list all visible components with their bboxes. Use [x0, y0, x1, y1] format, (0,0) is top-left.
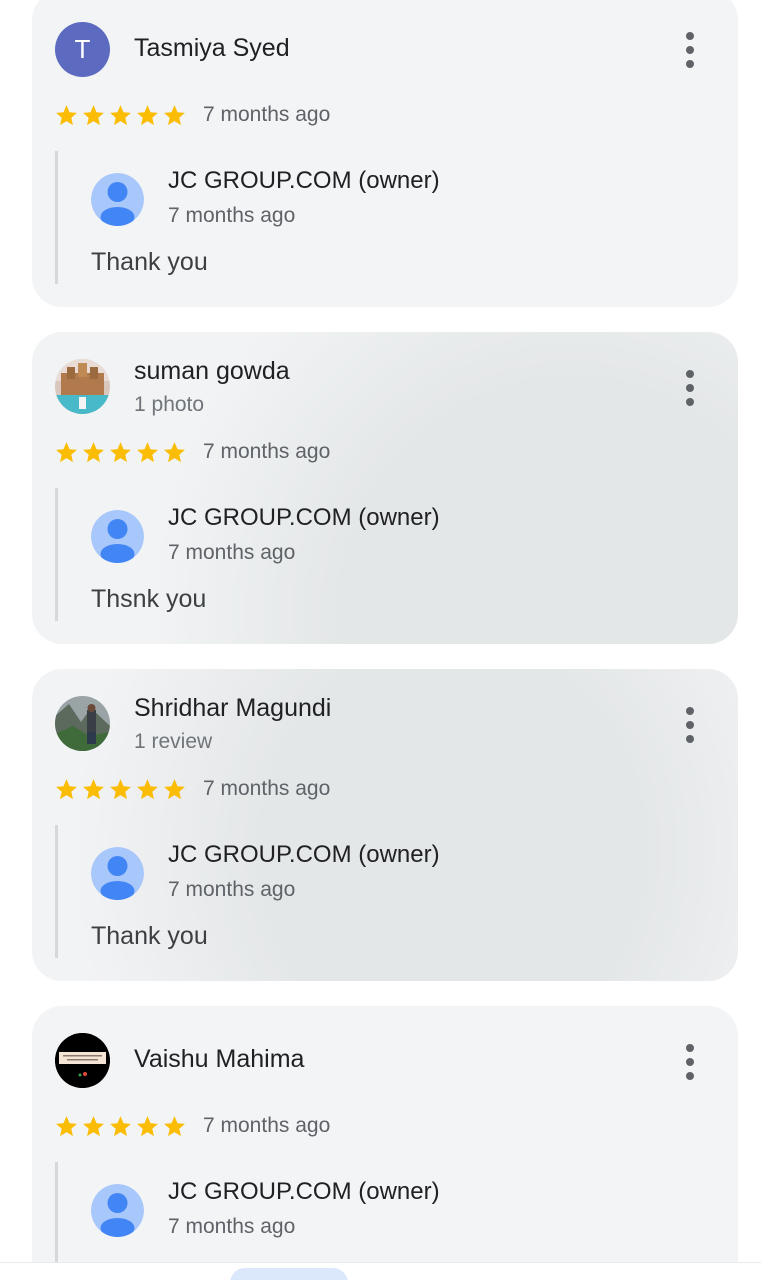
- star-rating: [54, 103, 187, 128]
- star-icon: [83, 441, 104, 462]
- star-icon: [164, 441, 185, 462]
- reviewer-photo-count: 1 photo: [134, 393, 205, 416]
- star-icon: [110, 778, 131, 799]
- rating-row: 7 months ago: [54, 1112, 330, 1140]
- review-date: 7 months ago: [203, 440, 331, 463]
- owner-reply: JC GROUP.COM (owner) 7 months ago Thank …: [55, 825, 698, 958]
- star-icon: [110, 1115, 131, 1136]
- reviewer-review-count: 1 review: [134, 730, 213, 753]
- photo-avatar-image: [55, 359, 110, 414]
- review-date: 7 months ago: [203, 1114, 331, 1137]
- reviewer-avatar[interactable]: [55, 696, 110, 751]
- star-rating: [54, 440, 187, 465]
- star-icon: [137, 1115, 158, 1136]
- reply-text: Thank you: [91, 248, 208, 276]
- review-card: Shridhar Magundi 1 review 7 months ago J…: [32, 669, 738, 981]
- more-vert-icon[interactable]: [680, 1044, 700, 1080]
- more-vert-icon[interactable]: [680, 32, 700, 68]
- review-card: suman gowda 1 photo 7 months ago JC GROU…: [32, 332, 738, 644]
- review-date: 7 months ago: [203, 103, 331, 126]
- star-icon: [110, 104, 131, 125]
- person-icon: [91, 847, 144, 900]
- person-icon: [91, 510, 144, 563]
- reviewer-name[interactable]: Tasmiya Syed: [134, 34, 290, 63]
- reply-date: 7 months ago: [168, 1215, 296, 1238]
- review-card: T Tasmiya Syed 7 months ago JC GROUP.COM…: [32, 0, 738, 307]
- star-icon: [164, 104, 185, 125]
- rating-row: 7 months ago: [54, 101, 330, 129]
- bottom-bar: [0, 1262, 761, 1280]
- star-icon: [110, 441, 131, 462]
- reviewer-name[interactable]: suman gowda: [134, 357, 290, 386]
- owner-name: JC GROUP.COM (owner): [168, 167, 440, 194]
- reviewer-avatar[interactable]: T: [55, 22, 110, 77]
- review-date: 7 months ago: [203, 777, 331, 800]
- rating-row: 7 months ago: [54, 438, 330, 466]
- star-rating: [54, 1114, 187, 1139]
- reply-text: Thsnk you: [91, 585, 207, 613]
- star-icon: [56, 104, 77, 125]
- star-icon: [83, 1115, 104, 1136]
- reviewer-name[interactable]: Shridhar Magundi: [134, 694, 331, 723]
- photo-avatar-image: [55, 1033, 110, 1088]
- reviewer-name[interactable]: Vaishu Mahima: [134, 1045, 304, 1074]
- reply-date: 7 months ago: [168, 204, 296, 227]
- more-vert-icon[interactable]: [680, 707, 700, 743]
- avatar-letter: T: [74, 34, 91, 64]
- reply-date: 7 months ago: [168, 541, 296, 564]
- star-icon: [83, 778, 104, 799]
- owner-name: JC GROUP.COM (owner): [168, 1178, 440, 1205]
- owner-name: JC GROUP.COM (owner): [168, 504, 440, 531]
- person-icon: [91, 173, 144, 226]
- star-icon: [83, 104, 104, 125]
- more-vert-icon[interactable]: [680, 370, 700, 406]
- rating-row: 7 months ago: [54, 775, 330, 803]
- owner-avatar: [91, 510, 144, 563]
- owner-avatar: [91, 847, 144, 900]
- owner-avatar: [91, 1184, 144, 1237]
- owner-avatar: [91, 173, 144, 226]
- person-icon: [91, 1184, 144, 1237]
- reviews-page: T Tasmiya Syed 7 months ago JC GROUP.COM…: [0, 0, 761, 1280]
- owner-reply: JC GROUP.COM (owner) 7 months ago Thsnk …: [55, 488, 698, 621]
- reviewer-avatar[interactable]: [55, 359, 110, 414]
- star-icon: [137, 441, 158, 462]
- reply-text: Thank you: [91, 922, 208, 950]
- star-icon: [56, 1115, 77, 1136]
- review-card: Vaishu Mahima 7 months ago JC GROUP.COM …: [32, 1006, 738, 1280]
- star-rating: [54, 777, 187, 802]
- star-icon: [56, 778, 77, 799]
- reply-date: 7 months ago: [168, 878, 296, 901]
- star-icon: [164, 778, 185, 799]
- bottom-nav-pill[interactable]: [230, 1268, 348, 1280]
- star-icon: [56, 441, 77, 462]
- owner-name: JC GROUP.COM (owner): [168, 841, 440, 868]
- photo-avatar-image: [55, 696, 110, 751]
- star-icon: [137, 104, 158, 125]
- star-icon: [164, 1115, 185, 1136]
- owner-reply: JC GROUP.COM (owner) 7 months ago Thank …: [55, 151, 698, 284]
- star-icon: [137, 778, 158, 799]
- reviewer-avatar[interactable]: [55, 1033, 110, 1088]
